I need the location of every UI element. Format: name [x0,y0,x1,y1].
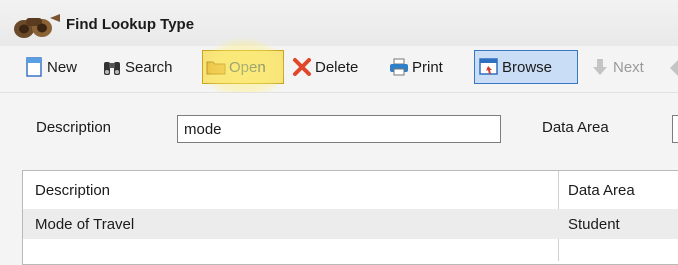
description-label: Description [36,119,112,136]
previous-arrow-icon [670,60,678,76]
next-button[interactable]: Next [590,50,644,84]
open-folder-icon [206,61,226,75]
open-button[interactable]: Open [202,50,284,84]
window-title: Find Lookup Type [66,16,195,33]
print-label: Print [412,58,443,76]
find-lookup-type-window: Find Lookup Type New Search Open Delete … [0,0,678,265]
delete-label: Delete [315,58,359,76]
open-label: Open [229,58,266,76]
browse-window-icon [479,58,498,75]
printer-icon [390,58,408,76]
row-description-cell: Mode of Travel [35,215,135,233]
new-document-icon [26,57,42,77]
binoculars-search-icon [104,62,120,75]
next-label: Next [613,58,644,76]
delete-x-icon [293,58,311,76]
column-header-description[interactable]: Description [35,171,110,209]
table-row[interactable]: Mode of Travel Student [23,209,678,239]
results-grid: Description Data Area Mode of Travel Stu… [22,170,678,265]
print-button[interactable]: Print [389,50,443,84]
row-data-area-cell: Student [568,215,620,233]
down-arrow-icon [593,59,607,75]
browse-button[interactable]: Browse [474,50,578,84]
toolbar: New Search Open Delete Print Browse Next [0,48,678,88]
data-area-input[interactable] [672,115,678,143]
search-form: Description Data Area [0,92,678,165]
new-label: New [47,58,78,76]
description-input[interactable] [177,115,501,143]
column-header-data-area[interactable]: Data Area [568,171,635,209]
browse-label: Browse [502,58,553,76]
title-bar: Find Lookup Type [0,0,678,46]
search-button[interactable]: Search [102,50,173,84]
data-area-label: Data Area [542,119,609,136]
binoculars-icon [14,14,60,38]
new-button[interactable]: New [24,50,77,84]
search-label: Search [125,58,173,76]
delete-button[interactable]: Delete [292,50,358,84]
